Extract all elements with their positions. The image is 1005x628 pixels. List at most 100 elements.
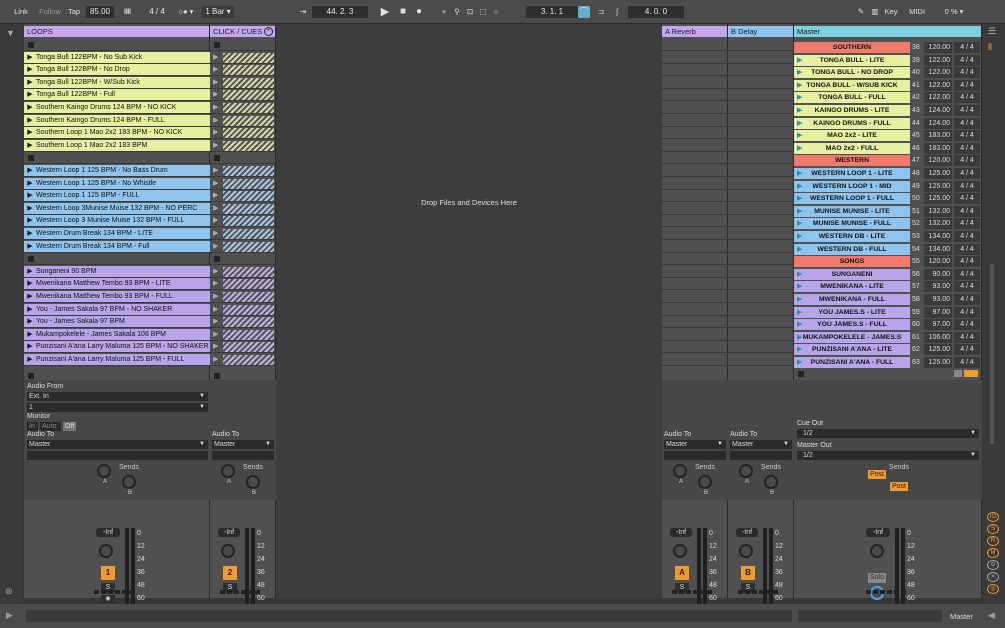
- volume-field[interactable]: -Inf: [96, 528, 120, 537]
- pan-knob[interactable]: [673, 544, 687, 558]
- scene-row[interactable]: ▶ MAO 2x2 - FULL 46 183.00 4 / 4: [794, 142, 982, 154]
- scene-launch-icon[interactable]: ▶: [797, 55, 802, 66]
- post-a-button[interactable]: Post: [868, 470, 886, 479]
- clip-launch-icon[interactable]: ▶: [24, 165, 36, 176]
- clip[interactable]: [223, 65, 274, 76]
- clip-slot[interactable]: ▶: [210, 241, 276, 253]
- clip-slot[interactable]: [728, 291, 794, 303]
- clip[interactable]: [223, 241, 274, 252]
- clip[interactable]: [223, 342, 274, 353]
- clip-launch-icon[interactable]: ▶: [213, 355, 218, 363]
- volume-field[interactable]: -Inf: [670, 528, 692, 537]
- clip[interactable]: ▶ Punzisani A'ana Larry Maluma 125 BPM - …: [24, 341, 210, 353]
- audio-from-select[interactable]: Ext. In ▼: [27, 392, 208, 401]
- scene-launch-icon[interactable]: ▶: [797, 143, 802, 154]
- scene-launch-icon[interactable]: ▶: [797, 231, 802, 242]
- scene-name[interactable]: ▶ WESTERN DB - LITE: [794, 231, 910, 242]
- scene-row[interactable]: SOUTHERN 38 120.00 4 / 4: [794, 42, 982, 53]
- scene-launch-icon[interactable]: ▶: [797, 244, 802, 255]
- scene-row[interactable]: ▶ YOU JAMES.S - FULL 60 97.00 4 / 4: [794, 319, 982, 331]
- clip-slot[interactable]: [728, 140, 794, 152]
- scene-tempo[interactable]: 183.00: [924, 142, 952, 154]
- track-activator-button[interactable]: B: [741, 566, 755, 580]
- clip-slot[interactable]: [662, 316, 728, 329]
- track-resize-grip[interactable]: [672, 590, 714, 594]
- clip-slot[interactable]: [728, 165, 794, 177]
- clip-launch-icon[interactable]: ▶: [213, 305, 218, 313]
- clip-launch-icon[interactable]: ▶: [24, 354, 36, 365]
- clip-launch-icon[interactable]: ▶: [213, 78, 218, 86]
- clip-launch-icon[interactable]: ▶: [24, 140, 36, 151]
- scene-name[interactable]: ▶ TONGA BULL - LITE: [794, 54, 910, 66]
- scene-launch-icon[interactable]: ▶: [797, 130, 802, 141]
- scene-signature[interactable]: 4 / 4: [954, 218, 980, 230]
- drop-area[interactable]: Drop Files and Devices Here: [276, 24, 662, 598]
- clip-slot[interactable]: [728, 354, 794, 366]
- audio-to-channel-select[interactable]: [730, 451, 792, 460]
- clip[interactable]: ▶ Western Loop 1 125 BPM - No Bass Drum: [24, 165, 210, 176]
- track-resize-grip[interactable]: [738, 590, 780, 594]
- loop-length-field[interactable]: 4. 0. 0: [628, 6, 684, 18]
- scene-launch-icon[interactable]: ▶: [797, 319, 802, 330]
- overview-icon[interactable]: ⊜: [5, 586, 13, 597]
- play-icon[interactable]: ▶: [378, 6, 392, 18]
- clip-slot[interactable]: [662, 190, 728, 203]
- scene-row[interactable]: ▶ PUNZISANI A'ANA - LITE 62 125.00 4 / 4: [794, 344, 982, 356]
- clip-slot[interactable]: ▶ Tonga Bull 122BPM - Full: [24, 89, 210, 102]
- clip-slot[interactable]: ▶ Mwenikana Matthew Tembo 93 BPM - LITE: [24, 278, 210, 291]
- audio-to-select[interactable]: Master ▼: [212, 440, 274, 449]
- clip-launch-icon[interactable]: ▶: [213, 65, 218, 73]
- clip-slot[interactable]: ▶: [210, 64, 276, 77]
- scene-row[interactable]: ▶ YOU JAMES.S - LITE 59 97.00 4 / 4: [794, 306, 982, 318]
- sends-toggle-icon[interactable]: S: [987, 524, 999, 534]
- scene-signature[interactable]: 4 / 4: [954, 155, 980, 167]
- clip-slot[interactable]: [210, 152, 276, 165]
- audio-to-select[interactable]: Master ▼: [664, 440, 726, 449]
- scene-row[interactable]: ▶ TONGA BULL - FULL 42 122.00 4 / 4: [794, 92, 982, 104]
- overdub-icon[interactable]: +: [438, 6, 450, 18]
- clip-launch-icon[interactable]: ▶: [213, 166, 218, 174]
- clip-slot[interactable]: [662, 215, 728, 228]
- clip[interactable]: ▶ Southern Kaingo Drums 124 BPM - FULL: [24, 114, 210, 126]
- clip[interactable]: ▶ Southern Kaingo Drums 124 BPM - NO KICK: [24, 102, 210, 113]
- scene-name[interactable]: ▶ KAINGO DRUMS - FULL: [794, 117, 910, 129]
- clip-launch-icon[interactable]: ▶: [213, 179, 218, 187]
- clip-slot[interactable]: [728, 64, 794, 77]
- clip-slot[interactable]: ▶: [210, 190, 276, 203]
- scene-signature[interactable]: 4 / 4: [954, 281, 980, 293]
- clip[interactable]: [223, 355, 274, 365]
- scene-signature[interactable]: 4 / 4: [954, 243, 980, 255]
- clip-slot[interactable]: [728, 304, 794, 316]
- scene-signature[interactable]: 4 / 4: [954, 319, 980, 331]
- clip-slot[interactable]: [24, 253, 210, 266]
- record-icon[interactable]: ●: [412, 6, 426, 18]
- scene-tempo[interactable]: 125.00: [924, 344, 952, 356]
- clip-slot[interactable]: ▶ Southern Kaingo Drums 124 BPM - FULL: [24, 114, 210, 127]
- scene-row[interactable]: ▶ TONGA BULL - LITE 39 122.00 4 / 4: [794, 54, 982, 66]
- arm-button[interactable]: ◉: [101, 595, 115, 603]
- browser-toggle-icon[interactable]: ▼: [6, 28, 15, 38]
- scene-name[interactable]: ▶ TONGA BULL - W/SUB KICK: [794, 79, 910, 91]
- clip-launch-icon[interactable]: ▶: [24, 203, 36, 214]
- scene-launch-icon[interactable]: ▶: [797, 344, 802, 355]
- scene-tempo[interactable]: 120.00: [924, 155, 952, 167]
- scene-name[interactable]: SONGS: [794, 256, 910, 268]
- clip-slot[interactable]: ▶: [210, 304, 276, 316]
- clip-slot[interactable]: ▶: [210, 228, 276, 240]
- scene-launch-icon[interactable]: ▶: [797, 307, 802, 318]
- nudge-icon[interactable]: ǁ‖ǁ: [116, 6, 138, 18]
- clip[interactable]: [223, 329, 274, 340]
- clip-slot[interactable]: [728, 127, 794, 140]
- send-b-knob[interactable]: [246, 475, 260, 489]
- scene-signature[interactable]: 4 / 4: [954, 331, 980, 343]
- stop-all-clips-button[interactable]: [798, 371, 804, 377]
- scene-row[interactable]: ▶ WESTERN LOOP 1 - FULL 50 125.00 4 / 4: [794, 193, 982, 205]
- monitor-auto-button[interactable]: Auto: [40, 422, 61, 431]
- pan-knob[interactable]: [739, 544, 753, 558]
- audio-from-channel-select[interactable]: 1 ▼: [27, 403, 208, 412]
- scene-signature[interactable]: 4 / 4: [954, 357, 980, 368]
- scene-tempo[interactable]: 132.00: [924, 205, 952, 217]
- loop-start-field[interactable]: 3. 1. 1: [526, 6, 578, 18]
- clip-launch-icon[interactable]: ▶: [24, 52, 36, 63]
- clip-slot[interactable]: [662, 203, 728, 215]
